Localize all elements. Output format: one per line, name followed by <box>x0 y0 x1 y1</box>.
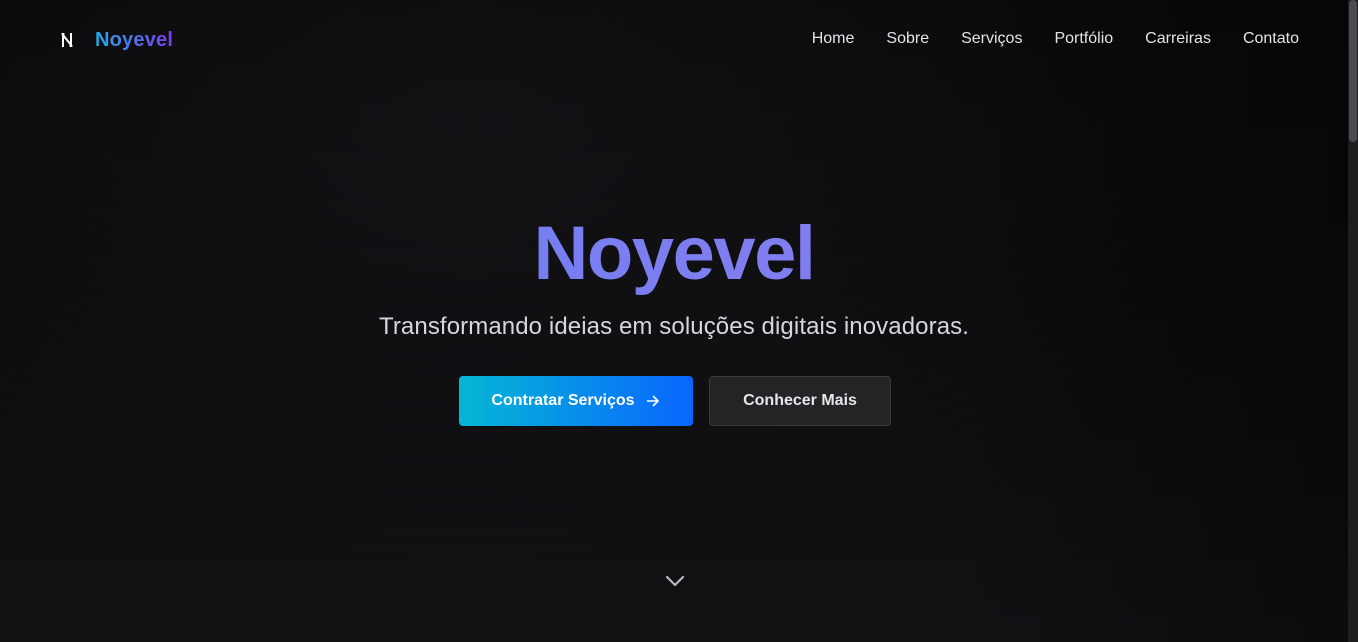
nav-link-servicos[interactable]: Serviços <box>961 30 1022 48</box>
nav-link-home[interactable]: Home <box>812 30 855 48</box>
nav-link-sobre[interactable]: Sobre <box>886 30 929 48</box>
scrollbar-track[interactable] <box>1348 0 1358 642</box>
scrollbar-thumb[interactable] <box>1349 0 1357 142</box>
nav-link-carreiras[interactable]: Carreiras <box>1145 30 1211 48</box>
brand-name: Noyevel <box>95 28 174 51</box>
brand-n-icon <box>61 33 73 47</box>
nav-link-portfolio[interactable]: Portfólio <box>1054 30 1113 48</box>
navbar: Noyevel Home Sobre Serviços Portfólio Ca… <box>0 0 1348 80</box>
conhecer-mais-label: Conhecer Mais <box>743 392 857 409</box>
chevron-down-icon[interactable] <box>664 570 686 592</box>
nav-link-contato[interactable]: Contato <box>1243 30 1299 48</box>
contratar-servicos-button[interactable]: Contratar Serviços <box>459 376 693 426</box>
hero-title-text: Noyevel <box>533 211 815 296</box>
conhecer-mais-button[interactable]: Conhecer Mais <box>709 376 891 426</box>
nav-menu: Home Sobre Serviços Portfólio Carreiras … <box>812 30 1299 48</box>
brand-link[interactable]: Noyevel <box>60 28 173 52</box>
contratar-servicos-label: Contratar Serviços <box>491 392 635 409</box>
arrow-right-icon <box>646 395 659 407</box>
hero-title: Noyevel <box>0 206 1348 302</box>
hero-subtitle: Transformando ideias em soluções digitai… <box>378 313 970 340</box>
